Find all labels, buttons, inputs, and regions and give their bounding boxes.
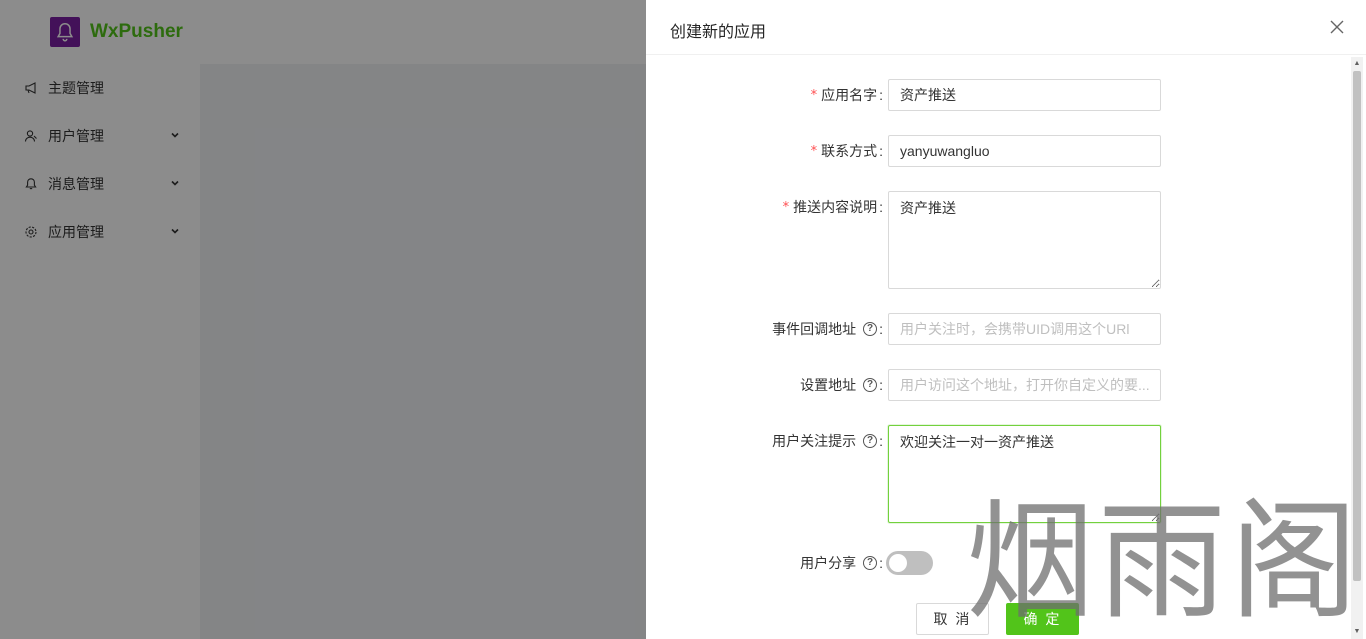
scroll-down-arrow-icon[interactable]: ▼: [1353, 628, 1361, 636]
toggle-knob: [889, 554, 907, 572]
field-label: * 联系方式 :: [646, 135, 883, 167]
settings-url-input[interactable]: [888, 369, 1161, 401]
field-label: * 推送内容说明 :: [646, 191, 883, 223]
label-colon: :: [879, 321, 883, 337]
contact-label: 联系方式: [821, 143, 878, 159]
close-button[interactable]: [1328, 18, 1346, 36]
label-colon: :: [879, 143, 883, 159]
description-label: 推送内容说明: [793, 199, 878, 215]
cancel-button[interactable]: 取 消: [916, 603, 989, 635]
app-name-input[interactable]: [888, 79, 1161, 111]
close-icon: [1330, 20, 1344, 34]
scroll-thumb[interactable]: [1353, 71, 1361, 581]
label-colon: :: [879, 87, 883, 103]
field-label: 用户分享 ? :: [646, 547, 883, 579]
field-label: 事件回调地址 ? :: [646, 313, 883, 345]
share-label: 用户分享: [800, 555, 857, 571]
drawer-scrollbar[interactable]: ▲ ▼: [1351, 57, 1363, 639]
required-mark: *: [782, 199, 790, 215]
settings-url-label: 设置地址: [800, 377, 857, 393]
label-colon: :: [879, 199, 883, 215]
scroll-up-arrow-icon[interactable]: ▲: [1353, 60, 1361, 68]
share-toggle[interactable]: [886, 551, 933, 575]
callback-url-input[interactable]: [888, 313, 1161, 345]
label-colon: :: [879, 433, 883, 449]
field-label: * 应用名字 :: [646, 79, 883, 111]
app-name-label: 应用名字: [821, 87, 878, 103]
required-mark: *: [810, 143, 818, 159]
confirm-button[interactable]: 确 定: [1006, 603, 1079, 635]
create-app-drawer: 创建新的应用 * 应用名字 : * 联系方式 : * 推送内容说明 : 资产推送: [646, 0, 1366, 639]
follow-tip-textarea[interactable]: 欢迎关注一对一资产推送: [888, 425, 1161, 523]
description-textarea[interactable]: 资产推送: [888, 191, 1161, 289]
field-label: 用户关注提示 ? :: [646, 425, 883, 457]
field-label: 设置地址 ? :: [646, 369, 883, 401]
question-circle-icon[interactable]: ?: [863, 556, 878, 570]
question-circle-icon[interactable]: ?: [863, 378, 878, 392]
drawer-header: 创建新的应用: [646, 0, 1366, 55]
question-circle-icon[interactable]: ?: [863, 322, 878, 336]
question-circle-icon[interactable]: ?: [863, 434, 878, 448]
label-colon: :: [879, 377, 883, 393]
callback-url-label: 事件回调地址: [772, 321, 857, 337]
contact-input[interactable]: [888, 135, 1161, 167]
drawer-title: 创建新的应用: [670, 24, 767, 41]
follow-tip-label: 用户关注提示: [772, 433, 857, 449]
required-mark: *: [810, 87, 818, 103]
label-colon: :: [879, 555, 883, 571]
